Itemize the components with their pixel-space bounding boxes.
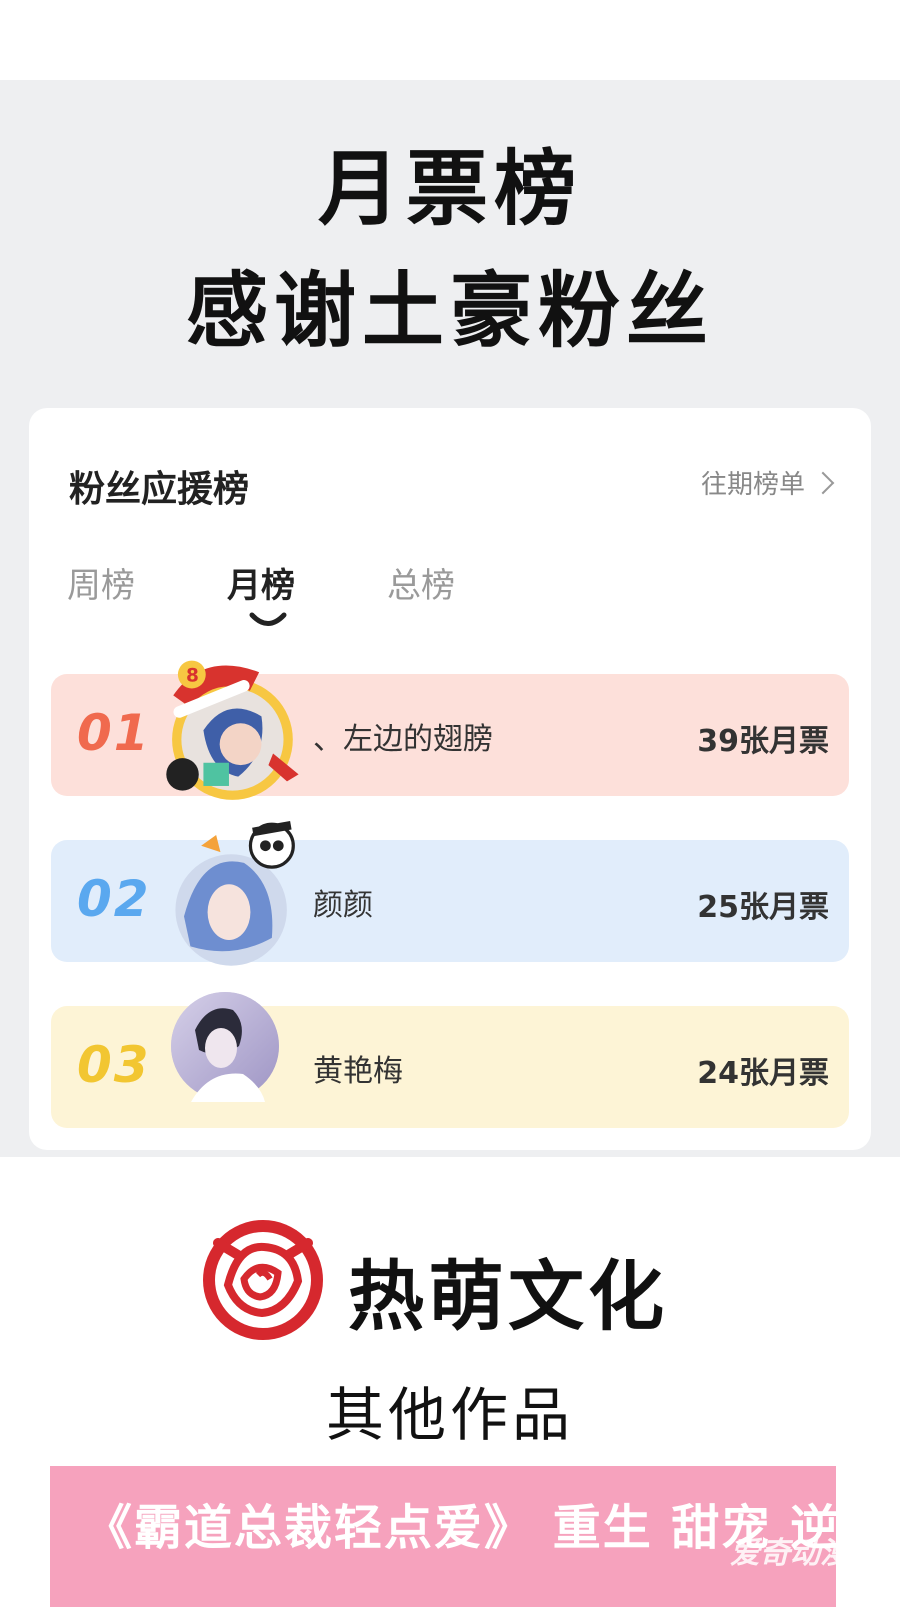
active-tab-indicator xyxy=(249,612,287,626)
headline-title: 月票榜 xyxy=(317,142,582,237)
brand-block: 热萌文化 xyxy=(198,1215,718,1355)
promo-text: 《霸道总裁轻点爱》 重生 甜宠 逆袭 xyxy=(84,1500,836,1556)
rank-number: 02 xyxy=(77,870,151,928)
headline-subtitle: 感谢土豪粉丝 xyxy=(185,264,714,359)
user-name: 、左边的翅膀 xyxy=(313,722,493,757)
history-list-link[interactable]: 往期榜单 xyxy=(700,464,835,501)
avatar[interactable] xyxy=(169,990,281,1102)
rank-row[interactable]: 01 8 、左边的翅膀 39张月票 xyxy=(51,660,849,800)
fan-support-card: 粉丝应援榜 往期榜单 周榜 月榜 总榜 01 8 、左边的翅膀 39张月票 02… xyxy=(29,408,871,1150)
promo-banner[interactable]: 《霸道总裁轻点爱》 重生 甜宠 逆袭 xyxy=(50,1466,836,1607)
other-works-heading: 其他作品 xyxy=(325,1381,574,1449)
svg-text:8: 8 xyxy=(186,666,199,687)
history-link-label: 往期榜单 xyxy=(700,470,805,500)
ticket-count: 39张月票 xyxy=(697,724,829,759)
rose-logo-icon xyxy=(203,1220,323,1340)
user-name: 黄艳梅 xyxy=(313,1054,403,1089)
rank-row[interactable]: 03 黄艳梅 24张月票 xyxy=(51,992,849,1128)
brand-name: 热萌文化 xyxy=(348,1252,668,1341)
card-title: 粉丝应援榜 xyxy=(69,469,250,510)
rank-row[interactable]: 02 颜颜 25张月票 xyxy=(51,821,849,966)
tab-monthly[interactable]: 月榜 xyxy=(227,558,295,607)
rank-number: 03 xyxy=(77,1036,151,1094)
tab-weekly[interactable]: 周榜 xyxy=(67,558,135,607)
watermark: 爱奇动漫 xyxy=(730,1536,850,1571)
avatar-frame-christmas[interactable]: 8 xyxy=(157,644,299,800)
ticket-count: 25张月票 xyxy=(697,890,829,925)
rank-number: 01 xyxy=(77,704,151,762)
avatar[interactable] xyxy=(169,810,295,966)
chevron-right-icon xyxy=(811,471,835,494)
tab-total[interactable]: 总榜 xyxy=(387,558,455,607)
user-name: 颜颜 xyxy=(313,888,373,923)
ticket-count: 24张月票 xyxy=(697,1056,829,1091)
